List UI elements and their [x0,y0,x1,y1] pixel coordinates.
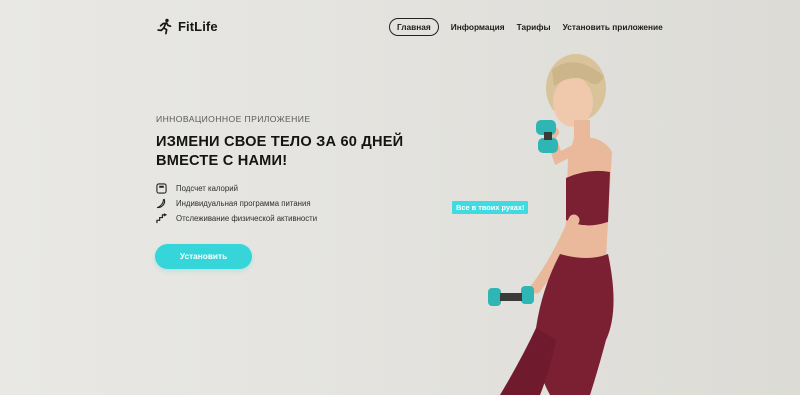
feature-text: Индивидуальная программа питания [176,199,311,208]
landing-page: FitLife Главная Информация Тарифы Устано… [0,0,800,395]
feature-item: Отслеживание физической активности [156,211,317,226]
motivation-badge: Все в твоих руках! [452,201,529,214]
feature-text: Подсчет калорий [176,184,238,193]
feature-item: Подсчет калорий [156,181,317,196]
nav-item-install[interactable]: Установить приложение [563,22,663,32]
feature-item: Индивидуальная программа питания [156,196,317,211]
nav-item-home[interactable]: Главная [389,18,439,36]
hero-eyebrow: ИННОВАЦИОННОЕ ПРИЛОЖЕНИЕ [156,114,311,124]
scale-icon [156,183,167,194]
headline-line-2: ВМЕСТЕ С НАМИ! [156,153,288,169]
nav-item-pricing[interactable]: Тарифы [517,22,551,32]
runner-icon [157,18,172,35]
feature-list: Подсчет калорий Индивидуальная программа… [156,181,317,226]
banana-icon [156,198,166,209]
logo-text: FitLife [178,19,218,34]
hero-headline: ИЗМЕНИ СВОЕ ТЕЛО ЗА 60 ДНЕЙ ВМЕСТЕ С НАМ… [156,133,436,171]
install-button[interactable]: Установить [155,244,252,269]
logo[interactable]: FitLife [156,18,218,35]
growth-stairs-icon [156,213,167,224]
hero-image [488,54,614,395]
nav-item-info[interactable]: Информация [451,22,505,32]
feature-text: Отслеживание физической активности [176,214,318,223]
main-nav: Главная Информация Тарифы Установить при… [389,18,663,36]
headline-line-1: ИЗМЕНИ СВОЕ ТЕЛО ЗА 60 ДНЕЙ [156,134,404,150]
